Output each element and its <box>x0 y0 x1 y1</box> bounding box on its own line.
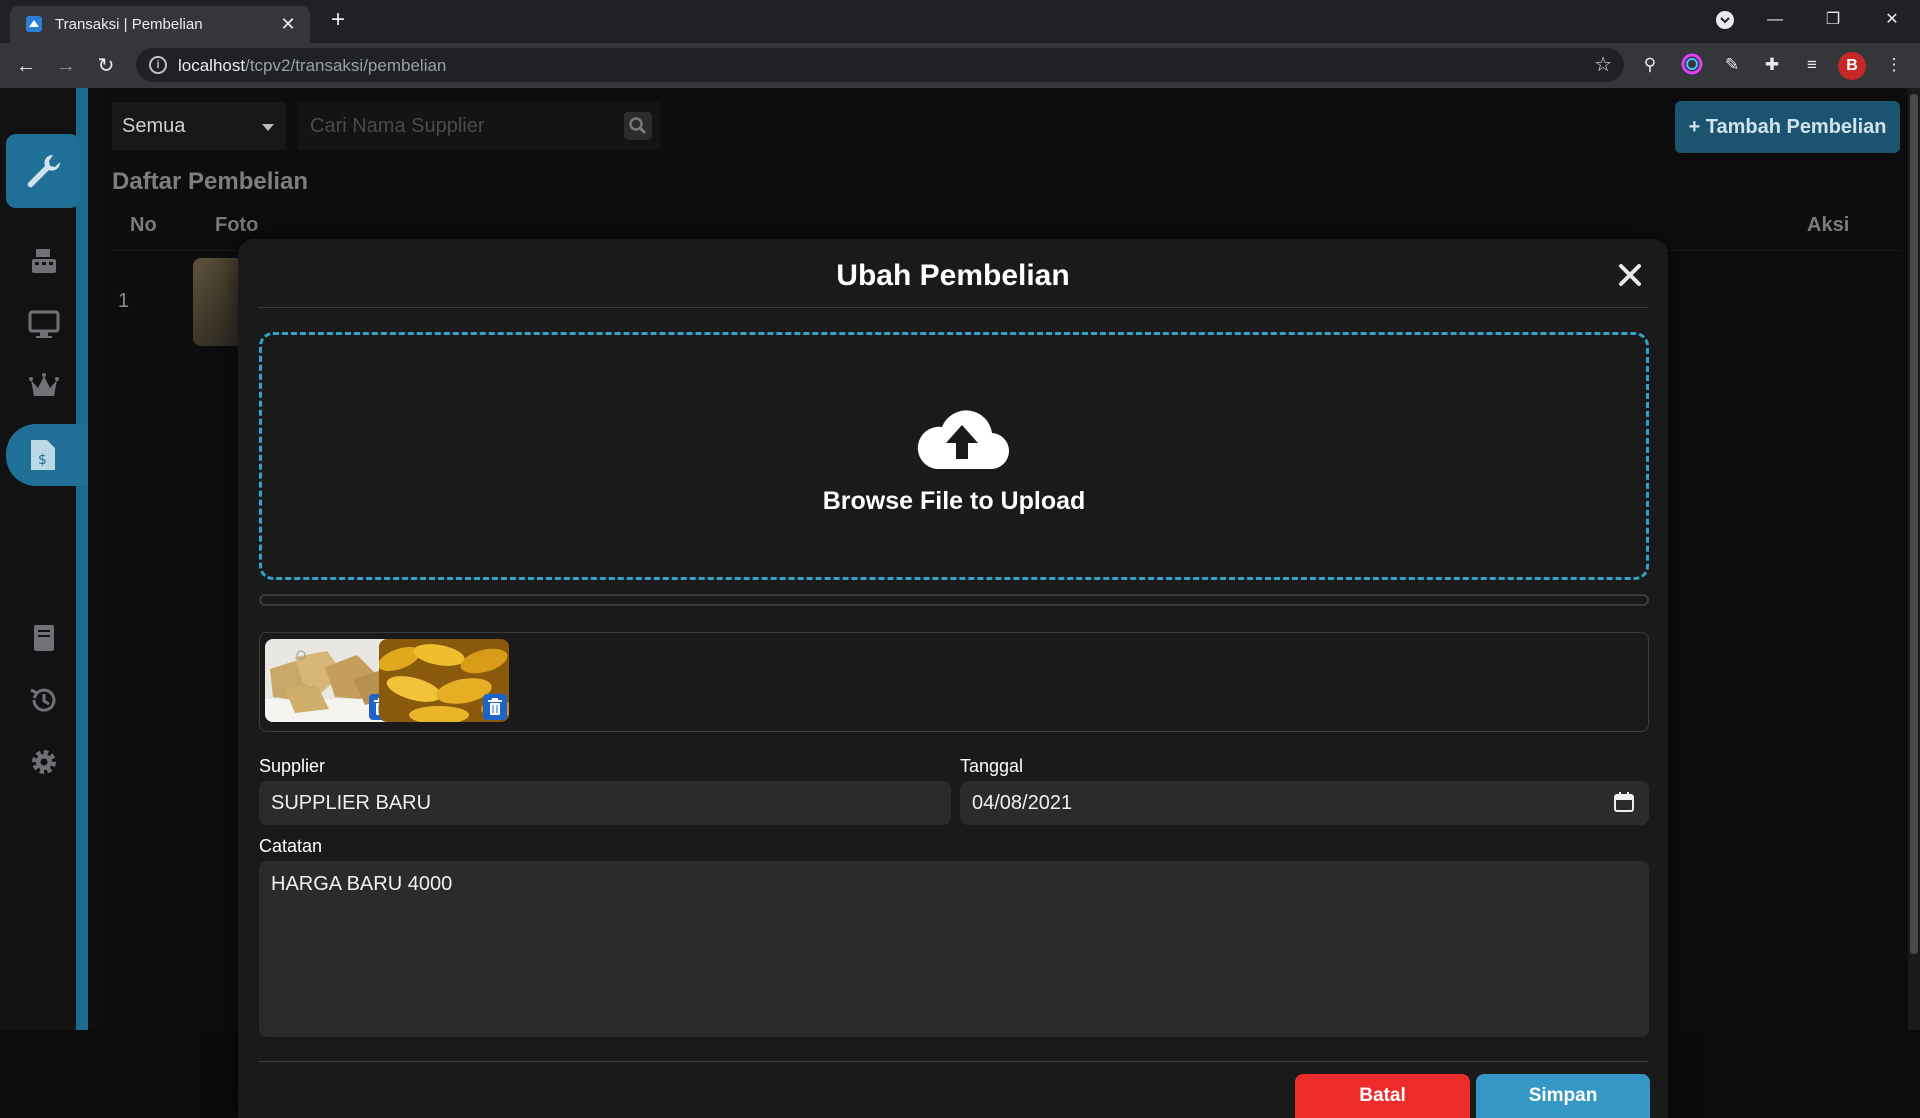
supplier-label: Supplier <box>259 756 326 776</box>
cancel-button[interactable]: Batal <box>1295 1074 1470 1118</box>
photo-thumbnail-1[interactable] <box>265 639 395 722</box>
save-button[interactable]: Simpan <box>1476 1074 1650 1118</box>
note-label: Catatan <box>259 836 323 856</box>
reading-list-icon[interactable]: ≡ <box>1800 53 1824 77</box>
sidebar-item-pembelian[interactable]: $ <box>6 424 88 486</box>
dropzone-text: Browse File to Upload <box>822 487 1086 515</box>
list-title: Daftar Pembelian <box>112 168 309 195</box>
supplier-field[interactable]: SUPPLIER BARU <box>259 781 951 825</box>
calendar-icon[interactable] <box>1613 791 1635 813</box>
tab-close-icon[interactable]: ✕ <box>278 14 298 34</box>
url-text: localhost/tcpv2/transaksi/pembelian <box>178 56 446 76</box>
modal-footer-divider <box>258 1061 1648 1062</box>
column-header-foto: Foto <box>215 214 259 236</box>
site-info-icon[interactable]: i <box>149 56 167 74</box>
browser-tab[interactable]: Transaksi | Pembelian ✕ <box>10 6 310 43</box>
photo-gallery <box>259 632 1649 732</box>
search-icon[interactable] <box>624 112 652 140</box>
file-dropzone[interactable]: Browse File to Upload <box>259 332 1649 580</box>
crown-icon[interactable] <box>24 368 64 404</box>
photo-thumbnail-2[interactable] <box>379 639 509 722</box>
reload-icon[interactable]: ↻ <box>92 52 120 80</box>
monitor-icon[interactable] <box>24 306 64 342</box>
caret-down-icon <box>262 124 274 131</box>
modal-title: Ubah Pembelian <box>836 259 1070 292</box>
invoice-dollar-icon: $ <box>31 440 55 470</box>
column-header-no: No <box>130 214 157 236</box>
sidebar: $ <box>0 88 88 1030</box>
date-value: 04/08/2021 <box>972 792 1073 814</box>
back-icon[interactable]: ← <box>12 52 40 80</box>
cloud-upload-icon <box>917 410 1010 470</box>
color-picker-extension-icon[interactable] <box>1680 53 1704 77</box>
modal-close-icon[interactable] <box>1612 257 1648 293</box>
tab-search-icon[interactable] <box>1705 6 1745 34</box>
table-row-number: 1 <box>118 290 130 312</box>
page-scrollbar-thumb[interactable] <box>1910 94 1918 954</box>
column-header-aksi: Aksi <box>1807 214 1850 236</box>
history-icon[interactable] <box>24 682 64 718</box>
profile-avatar[interactable]: B <box>1838 52 1866 80</box>
add-purchase-button[interactable]: + Tambah Pembelian <box>1675 101 1900 153</box>
filter-value: Semua <box>122 115 186 137</box>
address-bar[interactable]: i localhost/tcpv2/transaksi/pembelian ☆ <box>136 48 1624 82</box>
upload-progress-bar <box>259 594 1649 606</box>
site-favicon-icon <box>26 16 42 32</box>
browser-toolbar: ← → ↻ i localhost/tcpv2/transaksi/pembel… <box>0 43 1920 88</box>
new-tab-icon[interactable]: + <box>326 8 350 32</box>
app-root: $ Semua + Tambah Pembelian Daftar Pembel… <box>0 88 1920 1118</box>
delete-photo-2-trash-icon[interactable] <box>483 694 507 720</box>
edit-purchase-modal: Ubah Pembelian Browse File to Upload Sup… <box>238 239 1668 1118</box>
browser-tabbar: Transaksi | Pembelian ✕ + — ❐ ✕ <box>0 0 1920 43</box>
forward-icon[interactable]: → <box>52 52 80 80</box>
settings-gear-icon[interactable] <box>24 744 64 780</box>
url-host: localhost <box>178 56 246 75</box>
search-input[interactable] <box>298 102 608 150</box>
search-box <box>298 102 660 150</box>
cashier-icon[interactable] <box>24 243 64 279</box>
url-path: /tcpv2/transaksi/pembelian <box>245 56 447 75</box>
book-icon[interactable] <box>24 620 64 656</box>
tab-title: Transaksi | Pembelian <box>55 16 203 33</box>
minimize-icon[interactable]: — <box>1755 6 1795 34</box>
location-icon[interactable]: ⚲ <box>1638 53 1662 77</box>
extensions-puzzle-icon[interactable]: ✚ <box>1760 53 1784 77</box>
pen-extension-icon[interactable]: ✎ <box>1720 53 1744 77</box>
browser-menu-icon[interactable]: ⋮ <box>1882 53 1906 77</box>
date-field[interactable]: 04/08/2021 <box>960 781 1649 825</box>
app-logo-wrench-icon[interactable] <box>6 134 80 208</box>
filter-select[interactable]: Semua <box>112 102 286 150</box>
note-textarea[interactable]: HARGA BARU 4000 <box>259 861 1649 1037</box>
window-close-icon[interactable]: ✕ <box>1872 6 1912 34</box>
restore-icon[interactable]: ❐ <box>1813 6 1853 34</box>
svg-text:$: $ <box>38 452 47 468</box>
modal-header-divider <box>258 307 1648 308</box>
bookmark-star-icon[interactable]: ☆ <box>1594 54 1612 76</box>
date-label: Tanggal <box>960 756 1024 776</box>
